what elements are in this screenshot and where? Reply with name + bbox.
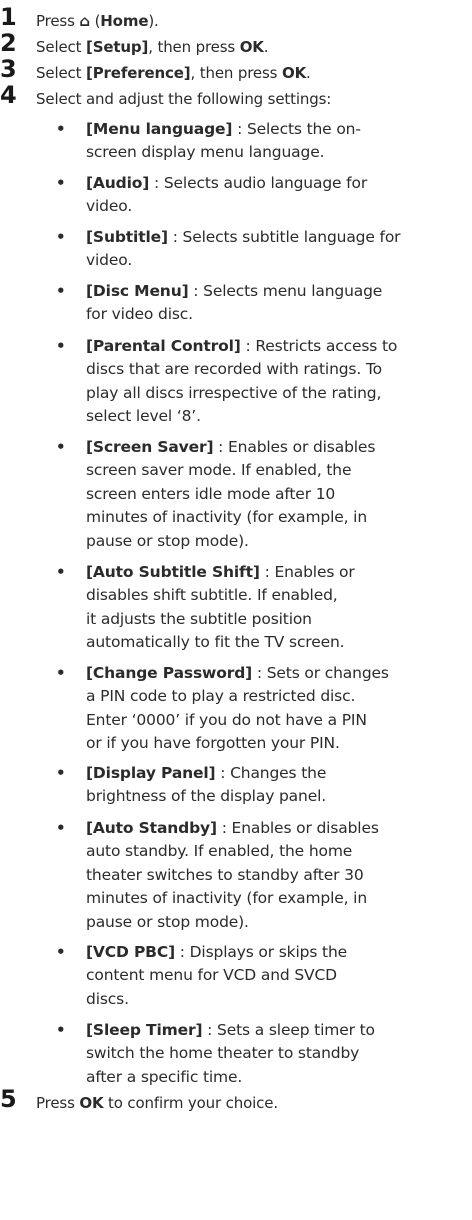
step-text: Select [Preference], then press OK. <box>36 64 311 82</box>
bullet-icon: • <box>56 819 66 837</box>
setting-description: [Change Password] : Sets or changes a PI… <box>86 664 389 753</box>
bullet-icon: • <box>56 282 66 300</box>
setting-description: [Disc Menu] : Selects menu language for … <box>86 282 383 324</box>
bullet-icon: • <box>56 664 66 682</box>
setting-label: [VCD PBC] <box>86 943 176 961</box>
step-number: 2 <box>0 29 17 57</box>
step-text: Press ⌂ (Home). <box>36 12 159 30</box>
step-text: Select and adjust the following settings… <box>36 90 332 108</box>
setting-label: [Display Panel] <box>86 764 216 782</box>
setting-label: [Audio] <box>86 174 150 192</box>
setting-label: [Parental Control] <box>86 337 241 355</box>
step-number: 4 <box>0 81 17 109</box>
step-text: Press OK to confirm your choice. <box>36 1094 278 1112</box>
bullet-icon: • <box>56 1021 66 1039</box>
setting-description: [Menu language] : Selects the on- screen… <box>86 120 361 162</box>
setting-label: [Sleep Timer] <box>86 1021 203 1039</box>
step-number: 3 <box>0 55 17 83</box>
step-number: 5 <box>0 1085 17 1113</box>
setting-description: [VCD PBC] : Displays or skips the conten… <box>86 943 348 1008</box>
setting-label: [Auto Standby] <box>86 819 217 837</box>
step-number: 1 <box>0 3 17 31</box>
setting-label: [Change Password] <box>86 664 253 682</box>
setting-description: [Audio] : Selects audio language for vid… <box>86 174 368 216</box>
bullet-icon: • <box>56 120 66 138</box>
setting-label: [Screen Saver] <box>86 438 214 456</box>
bullet-icon: • <box>56 337 66 355</box>
step-text: Select [Setup], then press OK. <box>36 38 269 56</box>
setting-description: [Auto Subtitle Shift] : Enables or disab… <box>86 563 355 652</box>
bullet-icon: • <box>56 174 66 192</box>
setting-description: [Subtitle] : Selects subtitle language f… <box>86 228 401 270</box>
setting-label: [Subtitle] <box>86 228 168 246</box>
instruction-document: 1 Press ⌂ (Home). 2 Select [Setup], then… <box>0 0 472 1220</box>
setting-description: [Auto Standby] : Enables or disables aut… <box>86 819 379 931</box>
setting-label: [Menu language] <box>86 120 233 138</box>
home-icon: ⌂ <box>79 12 90 30</box>
setting-description: [Sleep Timer] : Sets a sleep timer to sw… <box>86 1021 375 1086</box>
setting-description: [Screen Saver] : Enables or disables scr… <box>86 438 376 550</box>
setting-label: [Auto Subtitle Shift] <box>86 563 260 581</box>
bullet-icon: • <box>56 438 66 456</box>
bullet-icon: • <box>56 943 66 961</box>
setting-description: [Display Panel] : Changes the brightness… <box>86 764 327 806</box>
bullet-icon: • <box>56 764 66 782</box>
setting-description: [Parental Control] : Restricts access to… <box>86 337 398 426</box>
bullet-icon: • <box>56 228 66 246</box>
bullet-icon: • <box>56 563 66 581</box>
setting-label: [Disc Menu] <box>86 282 189 300</box>
